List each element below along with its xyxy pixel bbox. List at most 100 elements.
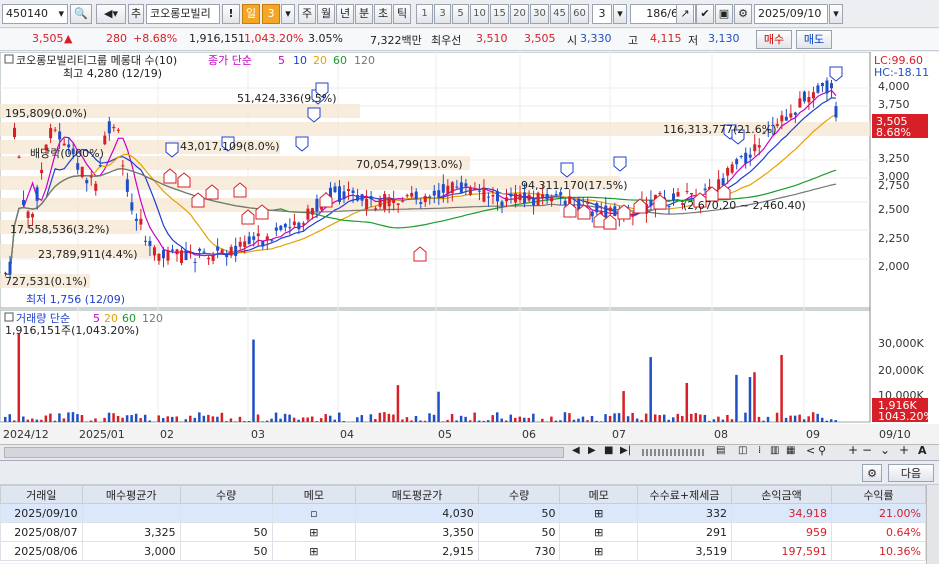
col-buy-qty[interactable]: 수량 bbox=[180, 486, 272, 504]
bar-view-icon[interactable]: ▥ bbox=[770, 445, 779, 456]
buy-button[interactable]: 매수 bbox=[756, 30, 792, 49]
col-fees[interactable]: 수수료+제세금 bbox=[638, 486, 732, 504]
col-profit[interactable]: 손익금액 bbox=[731, 486, 831, 504]
volume-bar bbox=[464, 417, 467, 422]
scroll-left-icon[interactable]: ◀ bbox=[572, 445, 580, 456]
memo-add-icon[interactable]: ⊞ bbox=[560, 504, 638, 523]
candle-body bbox=[306, 209, 309, 220]
volume-bar bbox=[487, 420, 490, 422]
date-field[interactable]: 2025/09/10 bbox=[754, 4, 828, 24]
gear-icon[interactable]: ⚙ bbox=[862, 464, 882, 482]
left-chevron-icon[interactable]: < bbox=[806, 444, 815, 457]
end-icon[interactable]: ▶| bbox=[620, 445, 631, 456]
x-tick: 09 bbox=[806, 428, 820, 441]
stock-info-icon[interactable]: 추 bbox=[128, 4, 144, 24]
table-row[interactable]: 2025/08/07 3,325 50 ⊞ 3,350 50 ⊞ 291 959… bbox=[1, 523, 926, 542]
chart-plus-icon[interactable]: + bbox=[899, 443, 909, 457]
stock-chart[interactable]: 코오롱모빌리티그룹 메롱대 수(10) 종가 단순 5 10 20 60 120… bbox=[0, 52, 939, 444]
interval-15-button[interactable]: 15 bbox=[490, 4, 509, 24]
period-month-button[interactable]: 월 bbox=[317, 4, 335, 24]
interval-20-button[interactable]: 20 bbox=[510, 4, 529, 24]
ma-label: 종가 단순 bbox=[208, 54, 252, 67]
col-return[interactable]: 수익률 bbox=[832, 486, 926, 504]
memo-add-icon[interactable]: ⊞ bbox=[560, 542, 638, 561]
font-size-icon[interactable]: A bbox=[918, 444, 927, 457]
col-buy-avg[interactable]: 매수평균가 bbox=[82, 486, 180, 504]
candle-body bbox=[81, 167, 84, 177]
col-sell-qty[interactable]: 수량 bbox=[478, 486, 560, 504]
save-icon[interactable]: ▣ bbox=[715, 4, 733, 24]
memo-add-icon[interactable]: ⊞ bbox=[272, 523, 356, 542]
candle-body bbox=[49, 128, 52, 138]
chevron-down-icon[interactable]: ⌄ bbox=[880, 443, 890, 457]
stock-name-field[interactable]: 코오롱모빌리 bbox=[146, 4, 220, 24]
table-row[interactable]: 2025/09/10 ▫ 4,030 50 ⊞ 332 34,918 21.00… bbox=[1, 504, 926, 523]
period-year-button[interactable]: 년 bbox=[336, 4, 354, 24]
chart-canvas[interactable]: 코오롱모빌리티그룹 메롱대 수(10) 종가 단순 5 10 20 60 120… bbox=[0, 52, 939, 444]
interval-45-button[interactable]: 45 bbox=[550, 4, 569, 24]
check-icon[interactable]: ✔ bbox=[696, 4, 714, 24]
sell-button[interactable]: 매도 bbox=[796, 30, 832, 49]
memo-icon[interactable]: ▫ bbox=[272, 504, 356, 523]
volume-bar bbox=[270, 419, 273, 422]
gear-icon[interactable]: ⚙ bbox=[734, 4, 752, 24]
col-buy-memo[interactable]: 메모 bbox=[272, 486, 356, 504]
stock-code-input[interactable]: 450140▾ bbox=[2, 4, 68, 24]
candle-body bbox=[365, 199, 368, 209]
speaker-icon[interactable]: ◀▾ bbox=[96, 4, 126, 24]
dots-icon[interactable]: ⁞ bbox=[758, 445, 761, 456]
candle-body bbox=[780, 115, 783, 121]
volume-bar bbox=[162, 418, 165, 422]
interval-dropdown-icon[interactable]: ▾ bbox=[613, 4, 627, 24]
col-sell-avg[interactable]: 매도평균가 bbox=[356, 486, 479, 504]
memo-add-icon[interactable]: ⊞ bbox=[272, 542, 356, 561]
col-trade-date[interactable]: 거래일 bbox=[1, 486, 83, 504]
zoom-slider[interactable] bbox=[642, 449, 706, 456]
period-tick-button[interactable]: 틱 bbox=[393, 4, 411, 24]
zoom-handle-icon[interactable]: ▤ bbox=[716, 445, 725, 456]
search-icon[interactable]: 🔍 bbox=[70, 4, 92, 24]
period-count-field[interactable]: 3 bbox=[262, 4, 280, 24]
table-scrollbar[interactable] bbox=[926, 485, 939, 564]
candle-body bbox=[54, 130, 57, 131]
interval-60-button[interactable]: 60 bbox=[570, 4, 589, 24]
period-dropdown-icon[interactable]: ▾ bbox=[281, 4, 295, 24]
volume-bar bbox=[356, 417, 359, 422]
stop-icon[interactable]: ■ bbox=[604, 445, 613, 456]
table-row[interactable]: 2025/08/06 3,000 50 ⊞ 2,915 730 ⊞ 3,519 … bbox=[1, 542, 926, 561]
chart-scrollbar[interactable] bbox=[4, 447, 564, 458]
period-day-button[interactable]: 일 bbox=[242, 4, 260, 24]
calendar-dropdown-icon[interactable]: ▾ bbox=[829, 4, 843, 24]
candle-body bbox=[510, 194, 513, 197]
zoom-fit-icon[interactable]: ◫ bbox=[738, 445, 747, 456]
draw-tool-icon[interactable]: ↗ bbox=[676, 4, 694, 24]
period-second-button[interactable]: 초 bbox=[374, 4, 392, 24]
zoom-out-icon[interactable]: − bbox=[862, 443, 872, 457]
period-week-button[interactable]: 주 bbox=[298, 4, 316, 24]
period-minute-button[interactable]: 분 bbox=[355, 4, 373, 24]
zoom-icon[interactable]: ⚲ bbox=[818, 444, 826, 457]
volume-bar bbox=[130, 415, 133, 422]
volume-bar bbox=[36, 420, 39, 422]
interval-1-button[interactable]: 1 bbox=[416, 4, 433, 24]
candle-body bbox=[230, 247, 233, 256]
next-button[interactable]: 다음 bbox=[888, 464, 934, 482]
col-sell-memo[interactable]: 메모 bbox=[560, 486, 638, 504]
interval-30-button[interactable]: 30 bbox=[530, 4, 549, 24]
interval-10-button[interactable]: 10 bbox=[470, 4, 489, 24]
zoom-in-icon[interactable]: + bbox=[848, 443, 858, 457]
memo-add-icon[interactable]: ⊞ bbox=[560, 523, 638, 542]
chart-title: 코오롱모빌리티그룹 메롱대 수(10) bbox=[16, 54, 177, 67]
interval-value-field[interactable]: 3 bbox=[592, 4, 612, 24]
volume-bar bbox=[762, 421, 765, 422]
candle-body bbox=[266, 236, 269, 240]
alert-button[interactable]: ! bbox=[222, 4, 240, 24]
candle-body bbox=[27, 212, 30, 218]
candle-body bbox=[85, 180, 88, 183]
volume-bar bbox=[67, 412, 70, 422]
scroll-right-icon[interactable]: ▶ bbox=[588, 445, 596, 456]
line-view-icon[interactable]: ▦ bbox=[786, 445, 795, 456]
candle-body bbox=[798, 98, 801, 107]
interval-3-button[interactable]: 3 bbox=[434, 4, 451, 24]
interval-5-button[interactable]: 5 bbox=[452, 4, 469, 24]
